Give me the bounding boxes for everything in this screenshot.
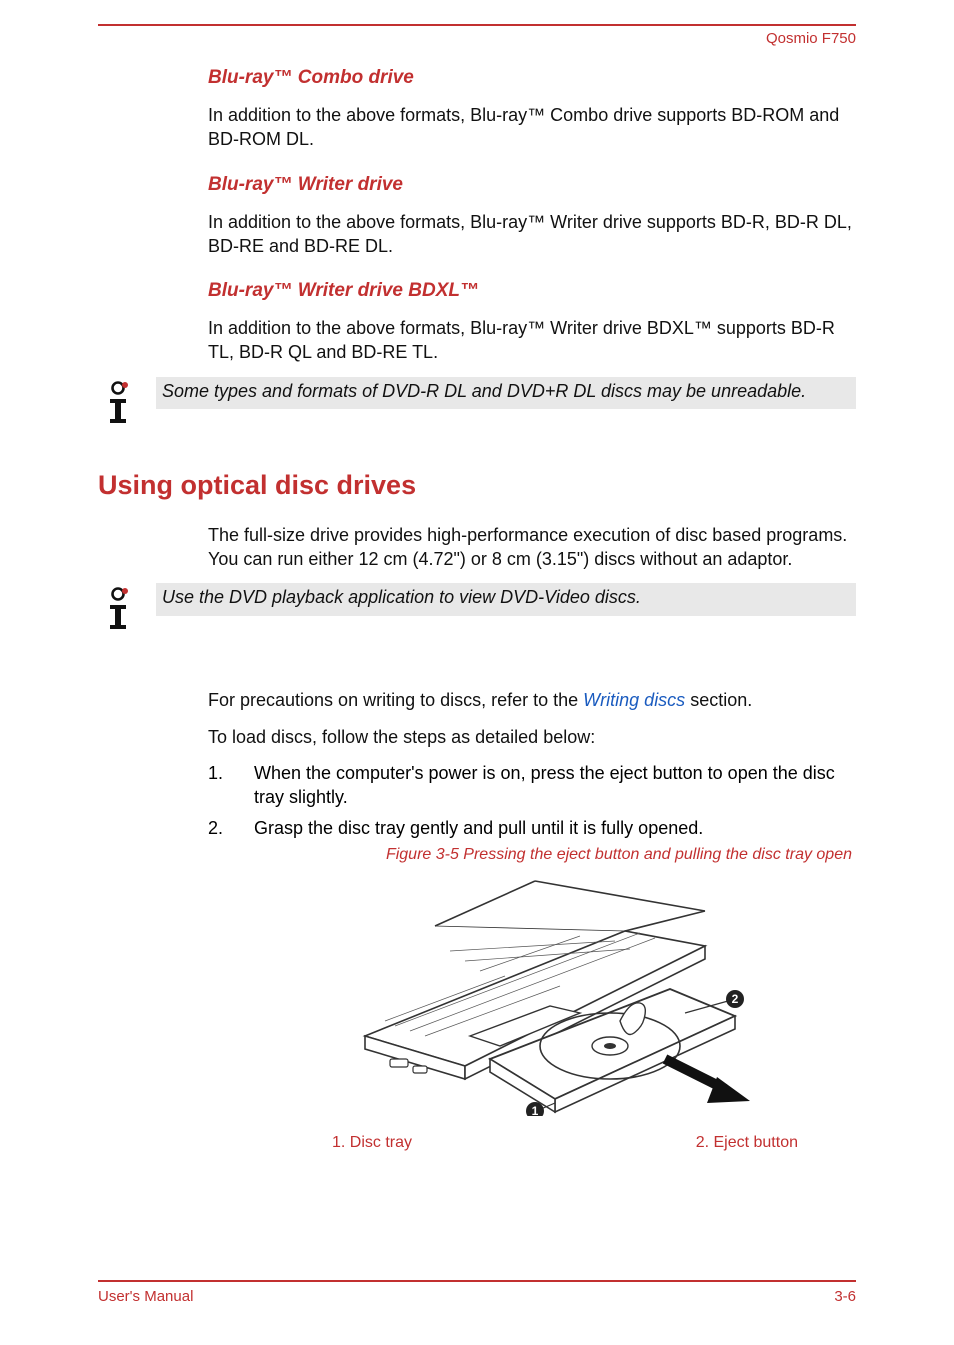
label-eject-button: 2. Eject button	[696, 1132, 798, 1154]
step-1: When the computer's power is on, press t…	[208, 761, 856, 810]
note-text-playback: Use the DVD playback application to view…	[156, 583, 856, 615]
heading-combo-drive: Blu-ray™ Combo drive	[208, 67, 856, 89]
svg-text:1: 1	[532, 1104, 539, 1116]
label-disc-tray: 1. Disc tray	[332, 1132, 412, 1154]
heading-bdxl-drive: Blu-ray™ Writer drive BDXL™	[208, 280, 856, 302]
para-load-intro: To load discs, follow the steps as detai…	[208, 725, 856, 749]
note-text-dvd-dl: Some types and formats of DVD-R DL and D…	[156, 377, 856, 409]
note-playback: Use the DVD playback application to view…	[98, 583, 856, 638]
heading-using-optical: Using optical disc drives	[98, 470, 856, 501]
footer-right: 3-6	[834, 1288, 856, 1305]
product-name-header: Qosmio F750	[98, 26, 856, 67]
para-writer-drive: In addition to the above formats, Blu-ra…	[208, 210, 856, 259]
para-combo-drive: In addition to the above formats, Blu-ra…	[208, 103, 856, 152]
heading-writer-drive: Blu-ray™ Writer drive	[208, 174, 856, 196]
step-2-text: Grasp the disc tray gently and pull unti…	[254, 816, 856, 840]
figure-disc-tray: 2 1	[355, 871, 755, 1116]
precaution-prefix: For precautions on writing to discs, ref…	[208, 690, 583, 710]
note-dvd-dl: Some types and formats of DVD-R DL and D…	[98, 377, 856, 432]
para-precautions: For precautions on writing to discs, ref…	[208, 688, 856, 712]
page-footer: User's Manual 3-6	[98, 1280, 856, 1305]
footer-left: User's Manual	[98, 1288, 193, 1305]
svg-text:2: 2	[732, 992, 739, 1006]
step-2: Grasp the disc tray gently and pull unti…	[208, 816, 856, 1154]
precaution-suffix: section.	[685, 690, 752, 710]
info-icon	[98, 583, 138, 638]
para-bdxl-drive: In addition to the above formats, Blu-ra…	[208, 316, 856, 365]
info-icon	[98, 377, 138, 432]
para-using-intro: The full-size drive provides high-perfor…	[208, 523, 856, 572]
figure-caption: Figure 3-5 Pressing the eject button and…	[254, 844, 856, 866]
step-1-text: When the computer's power is on, press t…	[254, 761, 856, 810]
link-writing-discs[interactable]: Writing discs	[583, 690, 685, 710]
